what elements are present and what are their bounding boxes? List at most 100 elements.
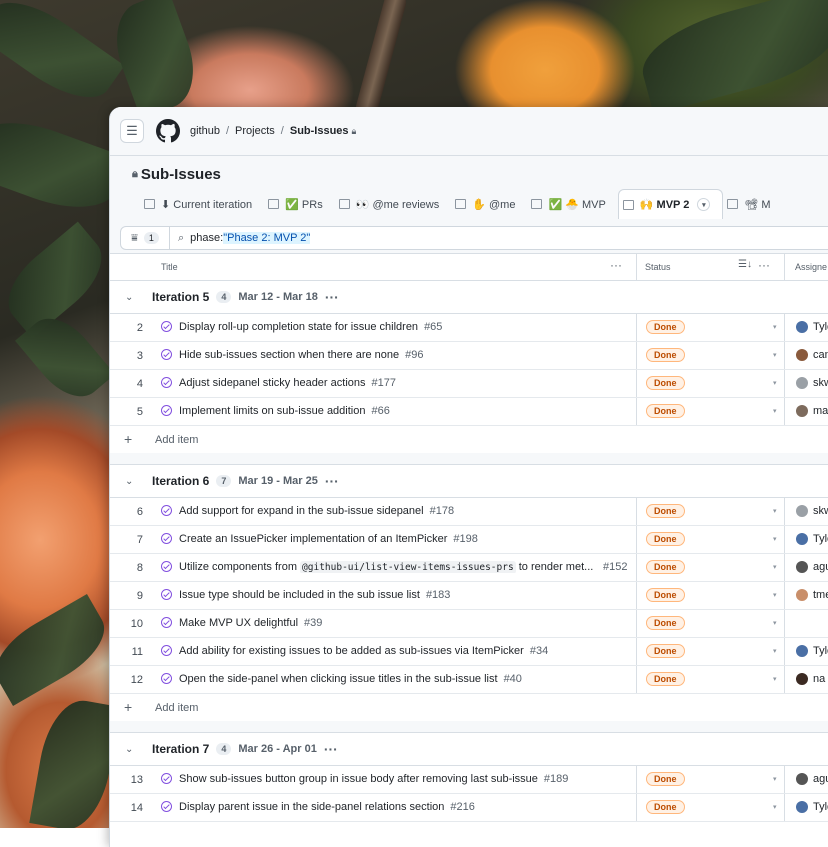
status-badge[interactable]: Done: [646, 320, 685, 334]
issue-title[interactable]: Hide sub-issues section when there are n…: [179, 349, 604, 361]
column-menu-icon[interactable]: ···: [610, 258, 622, 272]
github-logo-icon[interactable]: [156, 119, 180, 143]
avatar[interactable]: [796, 533, 808, 545]
avatar[interactable]: [796, 405, 808, 417]
breadcrumb-section[interactable]: Projects: [235, 125, 275, 137]
issue-title[interactable]: Show sub-issues button group in issue bo…: [179, 773, 604, 785]
tab-prs[interactable]: ✅ PRs: [264, 190, 335, 218]
status-badge[interactable]: Done: [646, 560, 685, 574]
avatar[interactable]: [796, 645, 808, 657]
more-options-icon[interactable]: ···: [325, 473, 339, 489]
breadcrumb-org[interactable]: github: [190, 125, 220, 137]
table-row[interactable]: 4 Adjust sidepanel sticky header actions #…: [110, 370, 828, 398]
chevron-down-icon[interactable]: ▾: [773, 647, 777, 655]
issue-title[interactable]: Create an IssuePicker implementation of …: [179, 533, 604, 545]
chevron-down-icon[interactable]: ▾: [773, 775, 777, 783]
filter-button[interactable]: ⩸ 1: [121, 227, 170, 249]
chevron-down-icon[interactable]: ▾: [773, 619, 777, 627]
chevron-down-icon[interactable]: ▾: [773, 535, 777, 543]
tab-me-reviews[interactable]: 👀 @me reviews: [335, 190, 452, 218]
table-row[interactable]: 2 Display roll-up completion state for is…: [110, 314, 828, 342]
assignee-name[interactable]: Tyle: [813, 533, 828, 545]
avatar[interactable]: [796, 673, 808, 685]
status-badge[interactable]: Done: [646, 376, 685, 390]
issue-title[interactable]: Display roll-up completion state for iss…: [179, 321, 604, 333]
more-options-icon[interactable]: ···: [324, 741, 338, 757]
assignee-name[interactable]: Tyle: [813, 645, 828, 657]
issue-title[interactable]: Implement limits on sub-issue addition #6…: [179, 405, 604, 417]
column-menu-icon[interactable]: ···: [758, 258, 770, 272]
assignee-name[interactable]: cam: [813, 349, 828, 361]
avatar[interactable]: [796, 773, 808, 785]
chevron-down-icon[interactable]: ▾: [773, 675, 777, 683]
chevron-down-icon[interactable]: ⌄: [125, 744, 133, 755]
issue-title[interactable]: Make MVP UX delightful #39: [179, 617, 604, 629]
chevron-down-icon[interactable]: ▾: [773, 803, 777, 811]
table-row[interactable]: 6 Add support for expand in the sub-issue…: [110, 498, 828, 526]
tab-mvp-2[interactable]: 🙌 MVP 2 ▾: [617, 189, 724, 219]
chevron-down-icon[interactable]: ▾: [773, 351, 777, 359]
status-badge[interactable]: Done: [646, 504, 685, 518]
issue-title[interactable]: Add ability for existing issues to be ad…: [179, 645, 604, 657]
status-badge[interactable]: Done: [646, 644, 685, 658]
assignee-name[interactable]: max: [813, 405, 828, 417]
status-badge[interactable]: Done: [646, 348, 685, 362]
chevron-down-icon[interactable]: ⌄: [125, 476, 133, 487]
status-badge[interactable]: Done: [646, 588, 685, 602]
assignee-name[interactable]: agu: [813, 561, 828, 573]
table-row[interactable]: 14 Display parent issue in the side-panel…: [110, 794, 828, 822]
issue-title[interactable]: Adjust sidepanel sticky header actions #1…: [179, 377, 604, 389]
table-row[interactable]: 7 Create an IssuePicker implementation of…: [110, 526, 828, 554]
chevron-down-icon[interactable]: ▾: [773, 563, 777, 571]
table-row[interactable]: 13 Show sub-issues button group in issue …: [110, 766, 828, 794]
chevron-down-icon[interactable]: ▾: [773, 507, 777, 515]
avatar[interactable]: [796, 801, 808, 813]
column-header-status[interactable]: Status: [645, 262, 671, 272]
menu-icon[interactable]: ☰: [120, 119, 144, 143]
chevron-down-icon[interactable]: ⌄: [125, 292, 133, 303]
chevron-down-icon[interactable]: ▾: [773, 379, 777, 387]
assignee-name[interactable]: skw: [813, 505, 828, 517]
assignee-name[interactable]: skw: [813, 377, 828, 389]
issue-title[interactable]: Issue type should be included in the sub…: [179, 589, 604, 601]
sort-icon[interactable]: ☰↓: [738, 259, 752, 270]
avatar[interactable]: [796, 561, 808, 573]
issue-title[interactable]: Add support for expand in the sub-issue …: [179, 505, 604, 517]
chevron-down-icon[interactable]: ▾: [773, 323, 777, 331]
assignee-name[interactable]: tme: [813, 589, 828, 601]
breadcrumb-project[interactable]: Sub-Issues: [290, 125, 349, 137]
chevron-down-icon[interactable]: ▾: [773, 591, 777, 599]
table-row[interactable]: 3 Hide sub-issues section when there are …: [110, 342, 828, 370]
tab-current-iteration[interactable]: ⬇ Current iteration: [140, 190, 264, 218]
avatar[interactable]: [796, 589, 808, 601]
assignee-name[interactable]: agu: [813, 773, 828, 785]
table-row[interactable]: 9 Issue type should be included in the su…: [110, 582, 828, 610]
table-row[interactable]: 5 Implement limits on sub-issue addition #…: [110, 398, 828, 426]
status-badge[interactable]: Done: [646, 404, 685, 418]
column-header-title[interactable]: Title: [161, 262, 178, 272]
issue-title[interactable]: Utilize components from @github-ui/list-…: [179, 561, 604, 573]
add-item-button[interactable]: + Add item: [110, 426, 828, 453]
assignee-name[interactable]: na: [813, 673, 825, 685]
avatar[interactable]: [796, 321, 808, 333]
table-row[interactable]: 10 Make MVP UX delightful #39 Done ▾: [110, 610, 828, 638]
chevron-down-icon[interactable]: ▾: [697, 198, 711, 211]
issue-title[interactable]: Display parent issue in the side-panel r…: [179, 801, 604, 813]
table-row[interactable]: 11 Add ability for existing issues to be …: [110, 638, 828, 666]
status-badge[interactable]: Done: [646, 672, 685, 686]
chevron-down-icon[interactable]: ▾: [773, 407, 777, 415]
tab-me[interactable]: ✋ @me: [451, 190, 527, 218]
status-badge[interactable]: Done: [646, 800, 685, 814]
avatar[interactable]: [796, 377, 808, 389]
table-row[interactable]: 8 Utilize components from @github-ui/list…: [110, 554, 828, 582]
assignee-name[interactable]: Tyle: [813, 801, 828, 813]
filter-query-input[interactable]: phase:"Phase 2: MVP 2": [190, 232, 311, 244]
avatar[interactable]: [796, 349, 808, 361]
assignee-name[interactable]: Tyle: [813, 321, 828, 333]
column-header-assignees[interactable]: Assigne: [795, 262, 827, 272]
table-row[interactable]: 12 Open the side-panel when clicking issu…: [110, 666, 828, 694]
tab-m[interactable]: 📽 M: [723, 190, 782, 218]
tab-mvp[interactable]: ✅ 🐣 MVP: [527, 190, 617, 218]
status-badge[interactable]: Done: [646, 616, 685, 630]
status-badge[interactable]: Done: [646, 772, 685, 786]
